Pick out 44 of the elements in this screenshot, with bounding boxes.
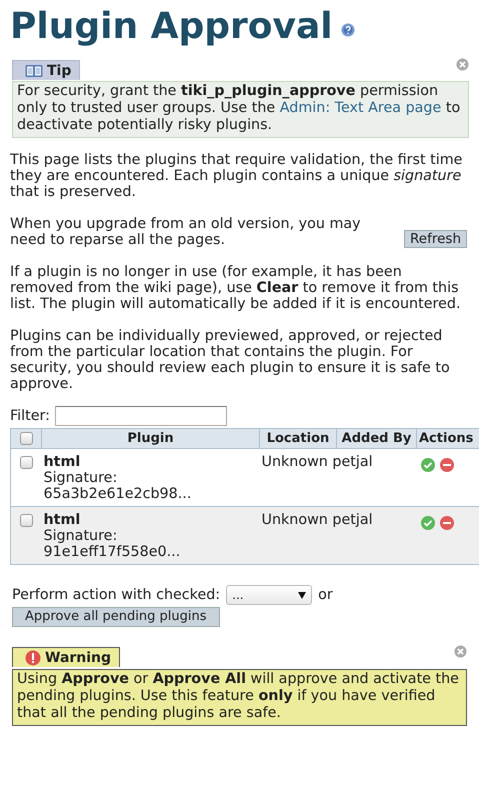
location-text: Unknown xyxy=(262,454,328,470)
refresh-button[interactable]: Refresh xyxy=(404,230,467,248)
approve-all-button[interactable]: Approve all pending plugins xyxy=(12,607,220,627)
info-paragraph: This page lists the plugins that require validation, the first time they are encountered. Each plugin contains a unique signature that is preserved. xyxy=(10,152,462,200)
or-text: or xyxy=(318,587,333,603)
plugin-name: html xyxy=(44,512,82,528)
signature-value: 65a3b2e61e2cb98... xyxy=(44,486,192,502)
checkbox[interactable] xyxy=(20,432,32,445)
added-by-text: petjal xyxy=(332,454,373,470)
signature-label: Signature: xyxy=(44,528,118,544)
action-dropdown[interactable]: ... xyxy=(226,585,312,605)
column-header: Added By xyxy=(336,428,416,448)
book-icon xyxy=(25,64,43,78)
bulk-action-label: Perform action with checked: xyxy=(12,587,220,603)
column-header: Plugin xyxy=(42,428,260,448)
info-paragraph: Plugins can be individually previewed, approved, or rejected from the particular location that contains the plugin. For security, you should review each plugin to ensure it is safe to approve. xyxy=(10,328,450,392)
close-icon[interactable] xyxy=(456,58,469,71)
checkbox[interactable] xyxy=(20,456,33,469)
help-icon[interactable] xyxy=(340,23,355,37)
location-text: Unknown xyxy=(262,512,328,528)
filter-field[interactable] xyxy=(54,406,227,426)
alert-icon xyxy=(25,650,41,666)
page-title: Plugin Approval xyxy=(10,6,333,48)
column-header: Location xyxy=(260,428,336,448)
note-heading: Warning xyxy=(45,650,112,666)
admin-link[interactable]: Admin: Text Area page xyxy=(280,100,442,116)
column-header: Actions xyxy=(416,428,479,448)
tip-text: For security, grant the tiki_p_plugin_approve permission only to trusted user groups. Use the Admin: Text Area page to deactivate potentially risky plugins. xyxy=(12,81,469,138)
reject-icon[interactable] xyxy=(440,516,454,530)
signature-label: Signature: xyxy=(44,470,118,486)
plugin-name: html xyxy=(44,454,82,470)
caret-icon xyxy=(298,592,306,598)
approve-icon[interactable] xyxy=(420,516,434,530)
signature-value: 91e1eff17f558e0... xyxy=(44,544,182,560)
reject-icon[interactable] xyxy=(440,458,454,472)
added-by-text: petjal xyxy=(332,512,373,528)
close-icon[interactable] xyxy=(454,645,467,658)
approve-icon[interactable] xyxy=(420,458,434,472)
note-heading: Tip xyxy=(47,63,72,79)
info-paragraph: When you upgrade from an old version, you may need to reparse all the pages. xyxy=(10,216,362,248)
filter-label: Filter: xyxy=(10,408,50,424)
checkbox[interactable] xyxy=(20,514,33,527)
warning-text: Using Approve or Approve All will approve and activate the pending plugins. Use this feature only if you have verified that all the pending plugins are safe. xyxy=(12,669,467,726)
info-paragraph: If a plugin is no longer in use (for example, it has been removed from the wiki page), use Clear to remove it from this list. The plugin will automatically be added if it is encountered. xyxy=(10,264,460,312)
